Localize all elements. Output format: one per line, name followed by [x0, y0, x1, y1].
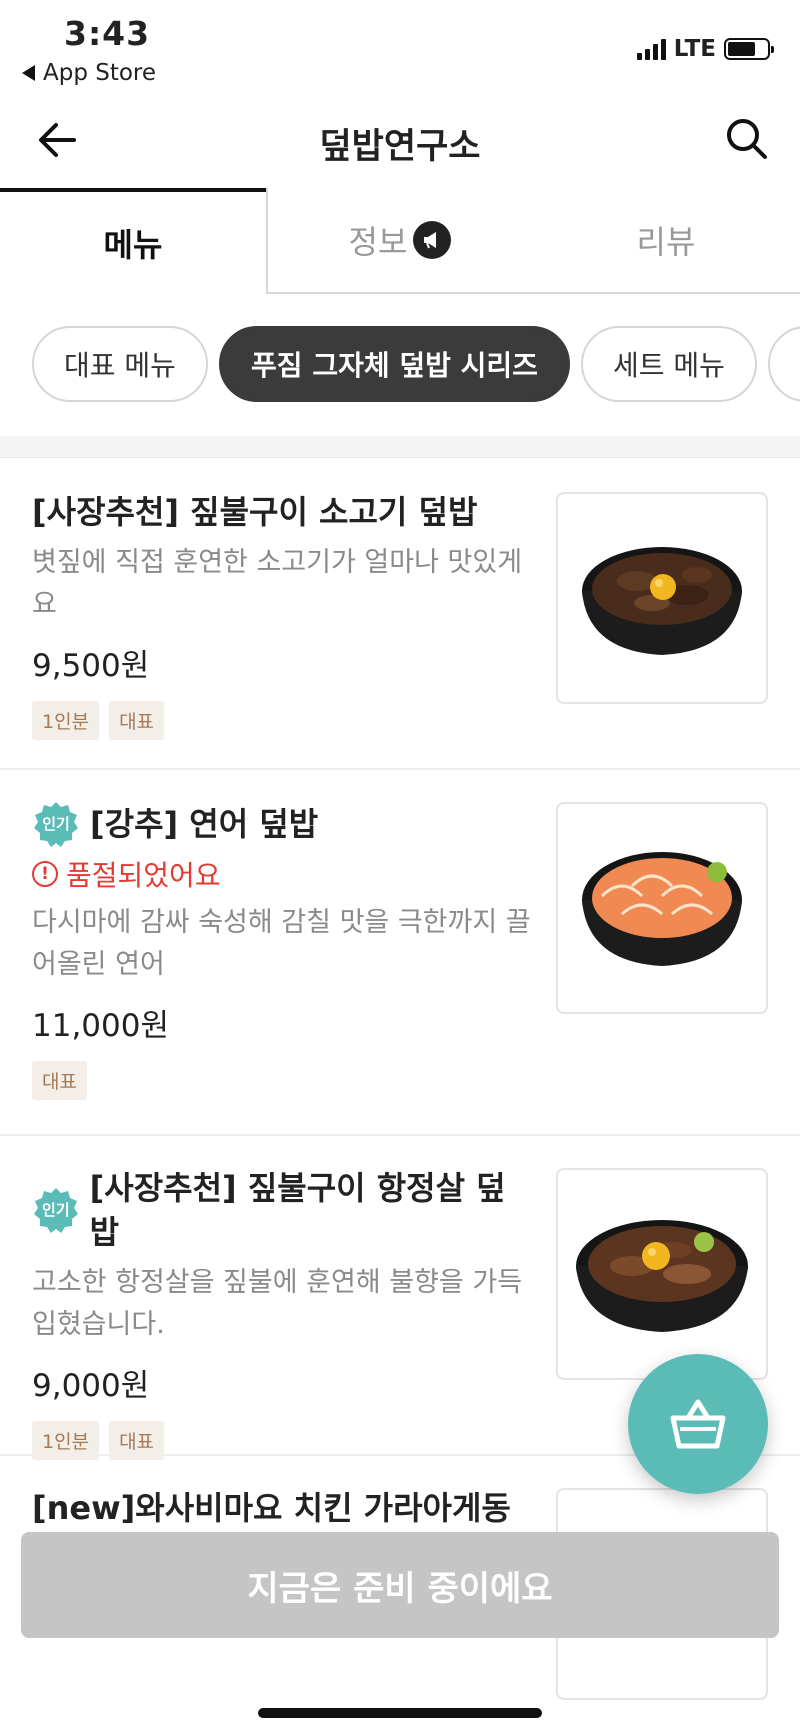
status-indicators: LTE: [636, 36, 774, 62]
chip-set-menu[interactable]: 세트 메뉴: [581, 326, 757, 402]
tab-info[interactable]: 정보: [266, 188, 532, 294]
menu-item-tags: 대표: [32, 1061, 532, 1100]
category-chips: 대표 메뉴 푸짐 그자체 덮밥 시리즈 세트 메뉴 사: [32, 326, 800, 402]
tab-menu-label: 메뉴: [103, 226, 163, 264]
back-app-label: App Store: [43, 60, 157, 86]
menu-item-price: 9,000원: [32, 1368, 150, 1404]
page-title: 덮밥연구소: [319, 127, 481, 167]
section-divider: [0, 436, 800, 458]
menu-item[interactable]: [사장추천] 짚불구이 소고기 덮밥 볏짚에 직접 훈연한 소고기가 얼마나 맛…: [0, 460, 800, 770]
menu-item-image-beef[interactable]: [556, 492, 768, 704]
tag-serving: 1인분: [32, 1421, 100, 1460]
popular-badge-icon: 인기: [32, 800, 80, 848]
popular-badge-label: 인기: [42, 1201, 70, 1219]
tab-info-label: 정보: [348, 223, 408, 261]
popular-badge-icon: 인기: [32, 1186, 80, 1234]
salmon-bowl-image: [582, 852, 742, 966]
tab-bar: 메뉴 정보 리뷰: [0, 188, 800, 294]
menu-item[interactable]: 인기 [강추] 연어 덮밥 ! 품절되었어요 다시마에 감싸 숙성해 감칠 맛을…: [0, 770, 800, 1136]
search-icon: [727, 119, 767, 159]
chip-representative-menu[interactable]: 대표 메뉴: [32, 326, 208, 402]
battery-icon: [724, 38, 774, 60]
basket-icon: [670, 1399, 726, 1449]
tag-representative: 대표: [109, 1421, 165, 1460]
tag-serving: 1인분: [32, 701, 100, 740]
search-button[interactable]: [724, 116, 770, 162]
beef-bowl-image: [582, 547, 742, 655]
popular-badge-label: 인기: [42, 815, 70, 833]
menu-item-description: 고소한 항정살을 짚불에 훈연해 불향을 가득입혔습니다.: [32, 1267, 523, 1340]
menu-item-description: 다시마에 감싸 숙성해 감칠 맛을 극한까지 끌어올린 연어: [32, 907, 531, 980]
menu-item-name: [강추] 연어 덮밥: [90, 805, 319, 843]
megaphone-icon: [413, 221, 452, 259]
menu-item-image-salmon[interactable]: [556, 802, 768, 1014]
order-button[interactable]: 지금은 준비 중이에요: [21, 1532, 779, 1638]
cart-button[interactable]: [628, 1354, 768, 1494]
menu-item-title-row: 인기 [강추] 연어 덮밥: [32, 800, 532, 848]
menu-item-description: 볏짚에 직접 훈연한 소고기가 얼마나 맛있게요: [32, 547, 523, 620]
chip-bowl-series[interactable]: 푸짐 그자체 덮밥 시리즈: [219, 326, 570, 402]
menu-item-price: 9,500원: [32, 648, 150, 684]
tab-review[interactable]: 리뷰: [532, 188, 800, 294]
app-header: 덮밥연구소: [0, 92, 800, 188]
tab-menu[interactable]: 메뉴: [0, 188, 266, 294]
tag-representative: 대표: [109, 701, 165, 740]
menu-item-image-pork[interactable]: [556, 1168, 768, 1380]
alert-icon: !: [32, 861, 58, 887]
menu-item-price: 11,000원: [32, 1008, 169, 1044]
menu-item-title-row: 인기 [사장추천] 짚불구이 항정살 덮밥: [32, 1166, 532, 1254]
menu-item-name: [new]와사비마요 치킨 가라아게동: [32, 1489, 511, 1527]
tag-representative: 대표: [32, 1061, 87, 1100]
status-time: 3:43: [64, 14, 151, 53]
soldout-notice: ! 품절되었어요: [32, 854, 532, 894]
soldout-text: 품절되었어요: [66, 859, 221, 892]
menu-item-name: [사장추천] 짚불구이 소고기 덮밥: [32, 493, 478, 531]
home-indicator: [258, 1708, 542, 1718]
menu-item-tags: 1인분 대표: [32, 701, 532, 740]
pork-bowl-image: [576, 1220, 748, 1332]
back-triangle-icon: [22, 65, 35, 81]
menu-item-name: [사장추천] 짚불구이 항정살 덮밥: [89, 1169, 506, 1251]
chip-next-category[interactable]: 사: [768, 326, 800, 402]
signal-icon: [636, 38, 666, 60]
tab-review-label: 리뷰: [636, 223, 696, 261]
menu-item-tags: 1인분 대표: [32, 1421, 532, 1460]
network-label: LTE: [673, 36, 716, 62]
back-to-app-store[interactable]: App Store: [22, 60, 156, 86]
status-bar: 3:43 App Store LTE: [0, 0, 800, 90]
